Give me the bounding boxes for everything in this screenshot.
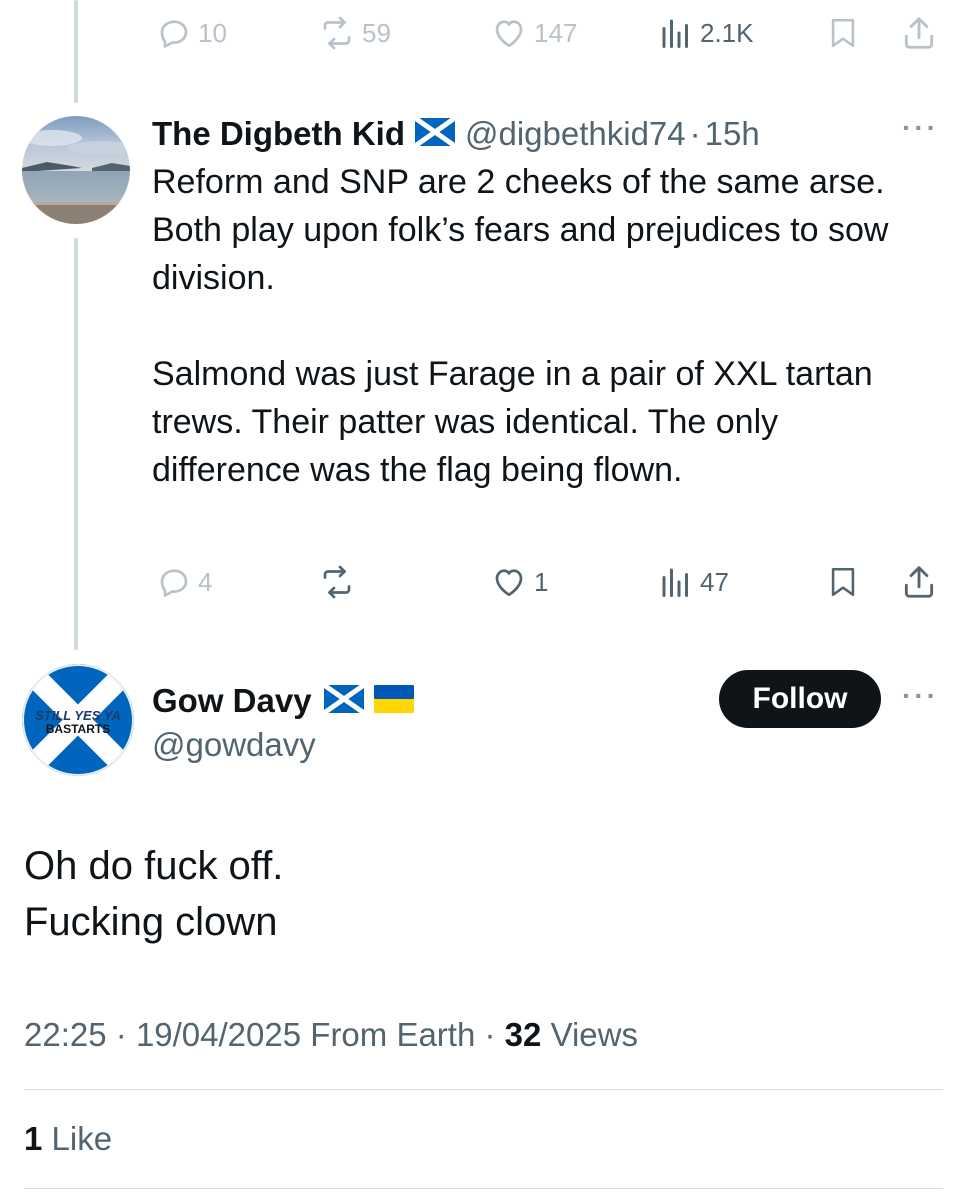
share-icon — [904, 566, 934, 598]
tweet-line: Reform and SNP are 2 cheeks of the same … — [152, 163, 885, 201]
prev-share-button[interactable] — [900, 13, 938, 53]
user-handle[interactable]: @digbethkid74 — [465, 115, 686, 153]
heart-icon — [495, 569, 523, 597]
display-name[interactable]: Gow Davy — [152, 682, 312, 720]
views-label: Views — [550, 1016, 638, 1053]
digbeth-kid-avatar[interactable] — [22, 116, 130, 224]
share-icon — [904, 17, 934, 49]
scotland-flag-icon — [322, 682, 365, 718]
bookmark-icon — [831, 18, 855, 48]
bookmark-icon — [831, 567, 855, 597]
prev-like-count: 147 — [534, 17, 578, 48]
thread-line-middle — [74, 238, 78, 650]
reply-icon — [160, 20, 188, 48]
likes-count: 1 — [24, 1120, 43, 1157]
reply-button[interactable]: 4 — [156, 562, 212, 602]
views-button[interactable]: 47 — [658, 562, 729, 602]
display-name[interactable]: The Digbeth Kid — [152, 115, 405, 153]
views-count: 32 — [504, 1016, 542, 1053]
like-count: 1 — [534, 566, 549, 597]
repost-icon — [323, 565, 351, 599]
ukraine-flag-icon — [373, 684, 414, 718]
divider — [24, 1188, 943, 1189]
tweet-line: Both play upon folk’s fears and prejudic… — [152, 211, 889, 297]
tweet-line: Fucking clown — [24, 900, 278, 944]
share-button[interactable] — [900, 562, 938, 602]
divider — [24, 1089, 943, 1090]
repost-icon — [323, 16, 351, 50]
digbeth-kid-header: The Digbeth Kid @digbethkid74 · 15h — [152, 110, 760, 158]
separator-dot: · — [484, 1016, 496, 1053]
saltire-badge-image: STILL YES YA BASTARTS — [22, 664, 134, 776]
prev-views-count: 2.1K — [700, 17, 754, 48]
thread-line-top — [74, 0, 78, 103]
separator-dot: · — [689, 115, 701, 152]
separator-dot: · — [115, 1016, 127, 1053]
like-button[interactable]: 1 — [490, 562, 548, 602]
prev-repost-count: 59 — [362, 17, 391, 48]
prev-reply-button[interactable]: 10 — [156, 13, 227, 53]
prev-views-button[interactable]: 2.1K — [658, 13, 754, 53]
more-options-icon[interactable]: ··· — [902, 112, 939, 144]
tweet-source: From Earth — [310, 1016, 476, 1053]
scotland-flag-icon — [413, 115, 457, 151]
tweet-date[interactable]: 19/04/2025 — [136, 1016, 301, 1053]
prev-like-button[interactable]: 147 — [490, 13, 577, 53]
more-options-icon[interactable]: ··· — [902, 680, 939, 712]
user-handle[interactable]: @gowdavy — [152, 726, 316, 764]
views-icon — [662, 19, 688, 48]
views-count: 47 — [700, 566, 729, 597]
likes-label: Like — [51, 1120, 113, 1157]
main-tweet-text: Oh do fuck off. Fucking clown — [24, 838, 283, 950]
tweet-line: Oh do fuck off. — [24, 844, 284, 888]
prev-repost-button[interactable]: 59 — [318, 13, 391, 53]
tweet-line: Salmond was just Farage in a pair of XXL… — [152, 355, 873, 489]
lake-landscape-image — [22, 116, 130, 224]
tweet-time[interactable]: 22:25 — [24, 1016, 107, 1053]
avatar-text-line1: STILL YES YA — [35, 708, 121, 723]
repost-button[interactable] — [318, 562, 356, 602]
prev-reply-count: 10 — [198, 17, 227, 48]
reply-count: 4 — [198, 566, 213, 597]
prev-bookmark-button[interactable] — [826, 13, 860, 53]
bookmark-button[interactable] — [826, 562, 860, 602]
reply-icon — [160, 569, 188, 597]
likes-summary[interactable]: 1 Like — [24, 1120, 112, 1158]
follow-button[interactable]: Follow — [719, 670, 881, 728]
tweet-metadata: 22:25 · 19/04/2025 From Earth · 32 Views — [24, 1016, 638, 1054]
tweet-time[interactable]: 15h — [705, 115, 760, 153]
gow-davy-avatar[interactable]: STILL YES YA BASTARTS — [22, 664, 134, 776]
avatar-text-line2: BASTARTS — [46, 722, 110, 736]
views-icon — [662, 568, 688, 597]
heart-icon — [495, 20, 523, 48]
gow-davy-header: Gow Davy — [152, 678, 414, 724]
reply-tweet-text: Reform and SNP are 2 cheeks of the same … — [152, 158, 922, 494]
